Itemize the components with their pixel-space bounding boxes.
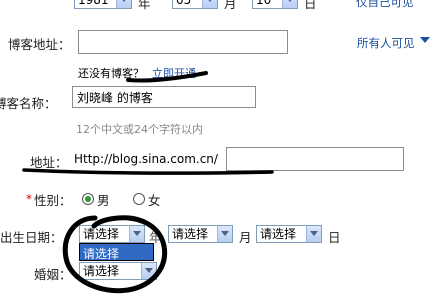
birth-month-select[interactable]: 请选择 (168, 225, 233, 243)
marriage-label: 婚姻： (34, 267, 72, 282)
chevron-down-icon (282, 0, 297, 8)
birth-day-select[interactable]: 请选择 (256, 225, 322, 243)
birth-year-select[interactable]: 请选择 (79, 225, 145, 243)
birth-day-unit: 日 (328, 230, 341, 245)
chevron-down-icon (202, 0, 217, 8)
gender-male-label: 男 (97, 193, 110, 208)
triangle-down-icon[interactable] (420, 37, 430, 43)
chevron-down-icon (129, 226, 144, 242)
blog-name-input[interactable]: 刘晓峰 的博客 (72, 86, 256, 108)
gender-female-radio[interactable] (133, 193, 145, 205)
birthday-label: 出生日期： (0, 230, 63, 245)
dropdown-option[interactable]: 请选择 (83, 245, 119, 262)
chevron-down-icon (306, 226, 321, 242)
visibility-link[interactable]: 所有人可见 (357, 35, 415, 51)
required-mark: * (26, 192, 32, 206)
address-label: 地址： (30, 155, 68, 170)
blog-address-input[interactable] (78, 30, 288, 54)
marriage-select[interactable]: 请选择 (79, 262, 157, 280)
top-month-select[interactable]: 05 (172, 0, 218, 9)
chevron-down-icon (116, 0, 131, 8)
no-blog-prompt: 还没有博客？ (78, 67, 144, 80)
gender-label: 性别： (34, 193, 72, 208)
top-year-unit: 年 (138, 0, 151, 11)
top-visibility-link[interactable]: 仅自己可见 (356, 0, 414, 10)
top-year-select[interactable]: 1981 (74, 0, 132, 9)
blog-name-hint: 12个中文或24个字符以内 (76, 123, 203, 136)
open-blog-link[interactable]: 立即开通 (152, 65, 196, 81)
address-input[interactable] (226, 147, 404, 171)
top-day-unit: 日 (304, 0, 317, 11)
blog-name-label: 博客名称： (0, 96, 57, 111)
year-dropdown-list: 请选择 (79, 243, 154, 261)
gender-male-radio[interactable] (82, 193, 94, 205)
top-day-select[interactable]: 10 (252, 0, 298, 9)
chevron-down-icon (141, 263, 156, 279)
blog-address-label: 博客地址： (8, 37, 71, 52)
birth-month-unit: 月 (239, 230, 252, 245)
top-month-unit: 月 (224, 0, 237, 11)
chevron-down-icon (217, 226, 232, 242)
address-prefix: Http://blog.sina.com.cn/ (74, 152, 218, 166)
gender-female-label: 女 (148, 193, 161, 208)
